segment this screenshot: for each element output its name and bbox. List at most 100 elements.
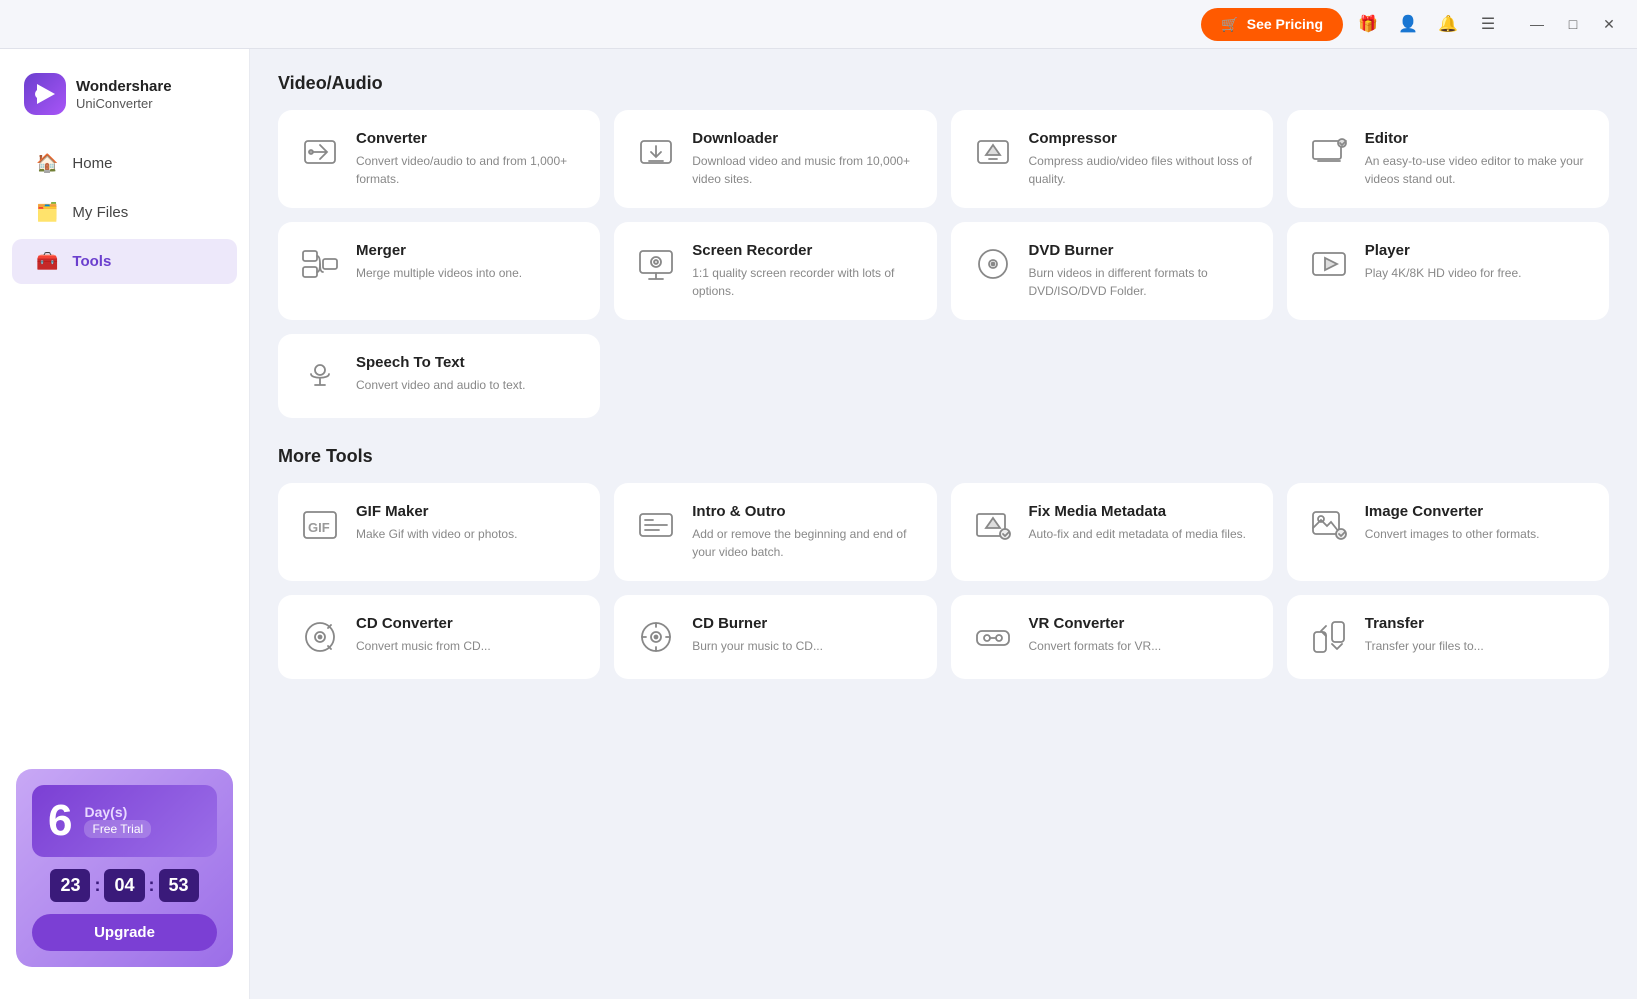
- see-pricing-label: See Pricing: [1247, 16, 1323, 32]
- image-converter-info: Image Converter Convert images to other …: [1365, 503, 1589, 543]
- user-icon[interactable]: 👤: [1393, 9, 1423, 39]
- intro-outro-info: Intro & Outro Add or remove the beginnin…: [692, 503, 916, 561]
- myfiles-icon: 🗂️: [36, 202, 58, 223]
- transfer-icon: [1307, 615, 1351, 659]
- downloader-info: Downloader Download video and music from…: [692, 130, 916, 188]
- tool-card-downloader[interactable]: Downloader Download video and music from…: [614, 110, 936, 208]
- see-pricing-button[interactable]: 🛒 See Pricing: [1201, 8, 1343, 41]
- compressor-info: Compressor Compress audio/video files wi…: [1029, 130, 1253, 188]
- editor-icon: [1307, 130, 1351, 174]
- fix-metadata-icon: [971, 503, 1015, 547]
- tool-card-transfer[interactable]: Transfer Transfer your files to...: [1287, 595, 1609, 679]
- trial-card: 6 Day(s) Free Trial 23 : 04 : 53 Upgrade: [16, 769, 233, 967]
- product-name: UniConverter: [76, 96, 172, 111]
- tool-card-editor[interactable]: Editor An easy-to-use video editor to ma…: [1287, 110, 1609, 208]
- tool-card-cd-burner[interactable]: CD Burner Burn your music to CD...: [614, 595, 936, 679]
- intro-outro-name: Intro & Outro: [692, 503, 916, 520]
- svg-text:GIF: GIF: [308, 520, 330, 535]
- image-converter-name: Image Converter: [1365, 503, 1589, 520]
- gift-icon[interactable]: 🎁: [1353, 9, 1383, 39]
- maximize-button[interactable]: □: [1557, 8, 1589, 40]
- transfer-info: Transfer Transfer your files to...: [1365, 615, 1589, 655]
- notification-icon[interactable]: 🔔: [1433, 9, 1463, 39]
- tool-card-dvd-burner[interactable]: DVD Burner Burn videos in different form…: [951, 222, 1273, 320]
- free-trial-badge: Free Trial: [84, 820, 151, 838]
- tool-card-gif-maker[interactable]: GIF GIF Maker Make Gif with video or pho…: [278, 483, 600, 581]
- merger-icon: [298, 242, 342, 286]
- timer-minutes: 04: [104, 869, 144, 902]
- transfer-desc: Transfer your files to...: [1365, 637, 1589, 655]
- nav-item-myfiles[interactable]: 🗂️ My Files: [12, 190, 237, 235]
- tool-card-vr-converter[interactable]: VR Converter Convert formats for VR...: [951, 595, 1273, 679]
- tool-card-compressor[interactable]: Compressor Compress audio/video files wi…: [951, 110, 1273, 208]
- close-button[interactable]: ✕: [1593, 8, 1625, 40]
- sidebar-bottom: 6 Day(s) Free Trial 23 : 04 : 53 Upgrade: [0, 753, 249, 983]
- player-info: Player Play 4K/8K HD video for free.: [1365, 242, 1589, 282]
- compressor-desc: Compress audio/video files without loss …: [1029, 152, 1253, 188]
- merger-desc: Merge multiple videos into one.: [356, 264, 580, 282]
- tool-card-converter[interactable]: Converter Convert video/audio to and fro…: [278, 110, 600, 208]
- cd-converter-name: CD Converter: [356, 615, 580, 632]
- home-icon: 🏠: [36, 153, 58, 174]
- video-audio-section-title: Video/Audio: [278, 73, 1609, 94]
- gif-maker-info: GIF Maker Make Gif with video or photos.: [356, 503, 580, 543]
- cd-converter-info: CD Converter Convert music from CD...: [356, 615, 580, 655]
- main-content: Video/Audio Converter Convert video/audi…: [250, 49, 1637, 999]
- video-audio-grid: Converter Convert video/audio to and fro…: [278, 110, 1609, 418]
- converter-icon: [298, 130, 342, 174]
- converter-name: Converter: [356, 130, 580, 147]
- cd-burner-info: CD Burner Burn your music to CD...: [692, 615, 916, 655]
- player-name: Player: [1365, 242, 1589, 259]
- nav-item-home[interactable]: 🏠 Home: [12, 141, 237, 186]
- days-label: Day(s): [84, 804, 151, 820]
- sidebar: Wondershare UniConverter 🏠 Home 🗂️ My Fi…: [0, 49, 250, 999]
- dvd-burner-name: DVD Burner: [1029, 242, 1253, 259]
- intro-outro-icon: [634, 503, 678, 547]
- cd-burner-name: CD Burner: [692, 615, 916, 632]
- player-desc: Play 4K/8K HD video for free.: [1365, 264, 1589, 282]
- editor-desc: An easy-to-use video editor to make your…: [1365, 152, 1589, 188]
- speech-to-text-name: Speech To Text: [356, 354, 580, 371]
- days-number: 6: [48, 799, 72, 843]
- cd-converter-desc: Convert music from CD...: [356, 637, 580, 655]
- days-info: Day(s) Free Trial: [84, 804, 151, 838]
- brand-name: Wondershare: [76, 78, 172, 96]
- tool-card-fix-metadata[interactable]: Fix Media Metadata Auto-fix and edit met…: [951, 483, 1273, 581]
- editor-info: Editor An easy-to-use video editor to ma…: [1365, 130, 1589, 188]
- tool-card-screen-recorder[interactable]: Screen Recorder 1:1 quality screen recor…: [614, 222, 936, 320]
- logo-area: Wondershare UniConverter: [0, 65, 249, 139]
- speech-to-text-icon: [298, 354, 342, 398]
- trial-days-box: 6 Day(s) Free Trial: [32, 785, 217, 857]
- tool-card-intro-outro[interactable]: Intro & Outro Add or remove the beginnin…: [614, 483, 936, 581]
- downloader-desc: Download video and music from 10,000+ vi…: [692, 152, 916, 188]
- tools-icon: 🧰: [36, 251, 58, 272]
- menu-icon[interactable]: ☰: [1473, 9, 1503, 39]
- speech-to-text-desc: Convert video and audio to text.: [356, 376, 580, 394]
- merger-name: Merger: [356, 242, 580, 259]
- minimize-button[interactable]: —: [1521, 8, 1553, 40]
- gif-maker-desc: Make Gif with video or photos.: [356, 525, 580, 543]
- myfiles-label: My Files: [72, 204, 128, 221]
- nav-item-tools[interactable]: 🧰 Tools: [12, 239, 237, 284]
- tool-card-image-converter[interactable]: Image Converter Convert images to other …: [1287, 483, 1609, 581]
- cd-burner-icon: [634, 615, 678, 659]
- more-tools-grid: GIF GIF Maker Make Gif with video or pho…: [278, 483, 1609, 679]
- tool-card-cd-converter[interactable]: CD Converter Convert music from CD...: [278, 595, 600, 679]
- converter-info: Converter Convert video/audio to and fro…: [356, 130, 580, 188]
- image-converter-icon: [1307, 503, 1351, 547]
- timer-row: 23 : 04 : 53: [32, 869, 217, 902]
- converter-desc: Convert video/audio to and from 1,000+ f…: [356, 152, 580, 188]
- timer-sep-2: :: [149, 875, 155, 896]
- home-label: Home: [72, 155, 112, 172]
- tool-card-speech-to-text[interactable]: Speech To Text Convert video and audio t…: [278, 334, 600, 418]
- app-body: Wondershare UniConverter 🏠 Home 🗂️ My Fi…: [0, 49, 1637, 999]
- tool-card-merger[interactable]: Merger Merge multiple videos into one.: [278, 222, 600, 320]
- more-tools-section-title: More Tools: [278, 446, 1609, 467]
- dvd-burner-icon: [971, 242, 1015, 286]
- tool-card-player[interactable]: Player Play 4K/8K HD video for free.: [1287, 222, 1609, 320]
- compressor-icon: [971, 130, 1015, 174]
- timer-seconds: 53: [159, 869, 199, 902]
- fix-metadata-desc: Auto-fix and edit metadata of media file…: [1029, 525, 1253, 543]
- cd-burner-desc: Burn your music to CD...: [692, 637, 916, 655]
- upgrade-button[interactable]: Upgrade: [32, 914, 217, 951]
